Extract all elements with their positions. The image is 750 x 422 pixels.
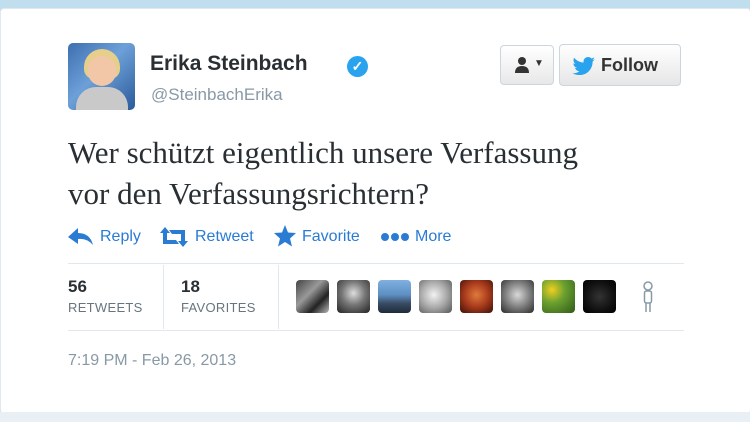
user-actions-dropdown[interactable]: ▼ <box>500 45 554 85</box>
chevron-down-icon: ▼ <box>534 58 544 69</box>
tweet-actions: Reply Retweet Favorite More <box>68 223 668 251</box>
more-label: More <box>415 228 452 245</box>
author-avatar[interactable] <box>68 43 135 110</box>
more-dots-icon <box>381 233 409 241</box>
twitter-bird-icon <box>572 57 595 75</box>
stats-divider <box>163 265 164 329</box>
author-handle[interactable]: @SteinbachErika <box>151 85 283 105</box>
star-icon <box>274 225 296 247</box>
verified-badge-icon: ✓ <box>347 56 368 77</box>
person-icon <box>515 57 529 73</box>
tweet-text-line-2: vor den Verfassungsrichtern? <box>68 176 429 211</box>
favorites-label: FAVORITES <box>181 300 256 315</box>
favorites-count: 18 <box>181 277 200 296</box>
avatar-yellow-flowers[interactable] <box>542 280 575 313</box>
retweet-label: Retweet <box>195 228 254 245</box>
retweets-count: 56 <box>68 277 87 296</box>
tweet-text-line-1: Wer schützt eigentlich unsere Verfassung <box>68 135 578 170</box>
stats-divider <box>278 265 279 329</box>
author-name[interactable]: Erika Steinbach <box>150 52 308 76</box>
stats-bottom-divider <box>68 330 684 331</box>
reply-icon <box>68 228 93 245</box>
avatar-collage[interactable] <box>296 280 329 313</box>
tweet-text: Wer schützt eigentlich unsere Verfassung… <box>68 132 688 214</box>
reply-label: Reply <box>100 228 141 245</box>
favorite-label: Favorite <box>302 228 360 245</box>
reply-button[interactable]: Reply <box>68 223 144 251</box>
favorite-button[interactable]: Favorite <box>274 223 370 251</box>
page-bottom-background <box>0 412 750 422</box>
avatar-red-portrait[interactable] <box>460 280 493 313</box>
avatar-city-skyline[interactable] <box>378 280 411 313</box>
retweets-label: RETWEETS <box>68 300 143 315</box>
tweet-timestamp[interactable]: 7:19 PM - Feb 26, 2013 <box>68 352 236 370</box>
follow-button-label: Follow <box>601 55 658 75</box>
avatar-woman-grayscale[interactable] <box>419 280 452 313</box>
more-favoriters-person-icon[interactable] <box>640 281 656 314</box>
avatar-body <box>76 87 128 110</box>
follow-button[interactable]: Follow <box>559 44 681 86</box>
avatar-black-cat[interactable] <box>583 280 616 313</box>
avatar-man-grayscale[interactable] <box>337 280 370 313</box>
retweet-icon <box>160 227 188 247</box>
avatar-man-glasses[interactable] <box>501 280 534 313</box>
avatar-face <box>88 56 116 86</box>
retweet-button[interactable]: Retweet <box>160 223 258 251</box>
stats-top-divider <box>68 263 684 264</box>
more-button[interactable]: More <box>381 223 461 251</box>
